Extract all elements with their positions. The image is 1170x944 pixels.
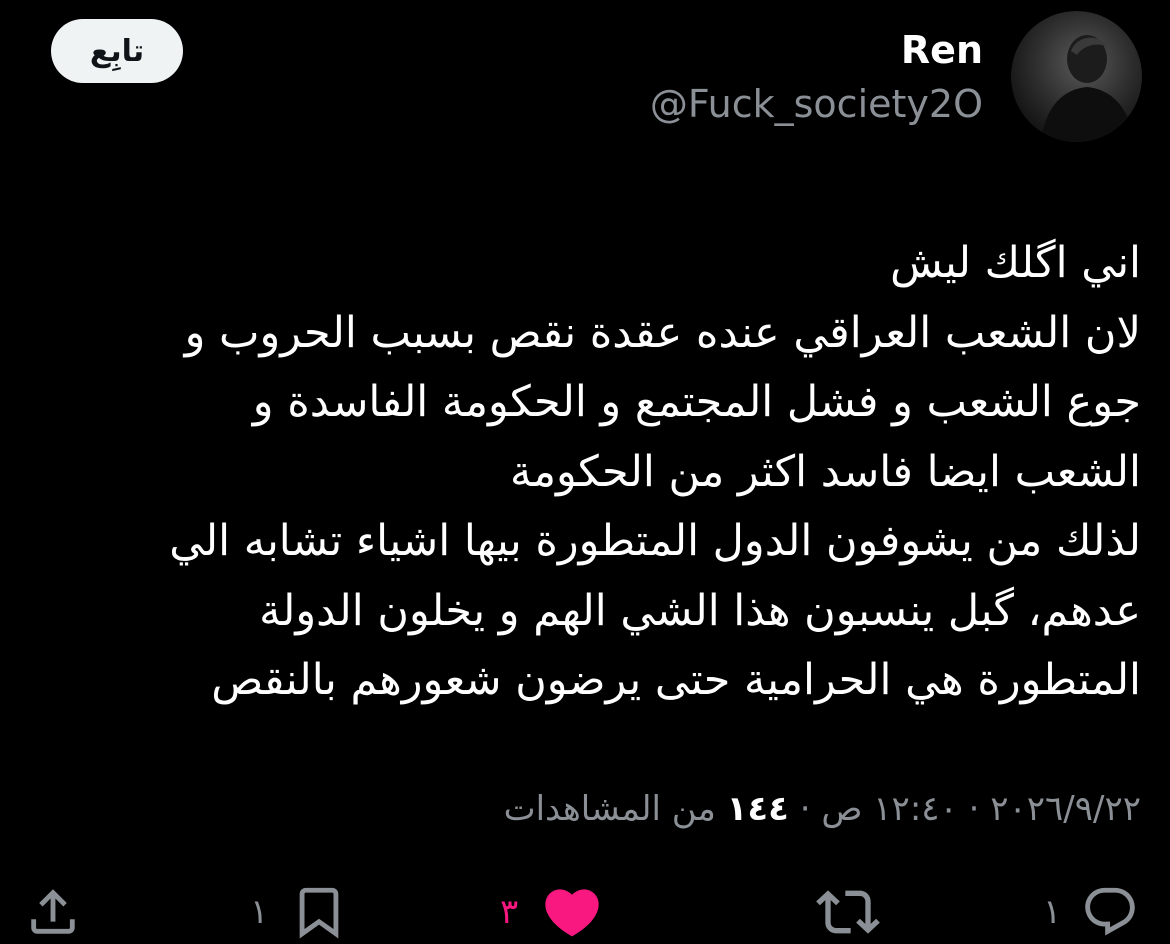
bookmark-icon bbox=[299, 887, 339, 939]
meta-separator: · bbox=[788, 789, 822, 829]
tweet-metadata: ٢٠٢٦/٩/٢٢ · ١٢:٤٠ ص · ١٤٤ من المشاهدات bbox=[504, 785, 1141, 833]
avatar-image bbox=[1041, 35, 1135, 142]
tweet-line: اني اگلك ليش bbox=[890, 238, 1141, 288]
reply-count: ١ bbox=[1043, 892, 1062, 932]
action-bar: ١ ٣ ١ bbox=[0, 880, 1170, 944]
reply-icon bbox=[1085, 887, 1136, 936]
reply-button[interactable]: ١ bbox=[1043, 880, 1139, 944]
views-count: ١٤٤ bbox=[726, 789, 789, 829]
like-button[interactable]: ٣ bbox=[500, 880, 604, 944]
heart-icon bbox=[545, 889, 599, 937]
retweet-icon bbox=[816, 890, 880, 934]
views-label: من المشاهدات bbox=[503, 789, 727, 829]
tweet-line: لان الشعب العراقي عنده عقدة نقص بسبب الح… bbox=[184, 307, 1141, 358]
meta-separator: · bbox=[957, 789, 991, 829]
tweet-line: لذلك من يشوفون الدول المتطورة بيها اشياء… bbox=[169, 516, 1141, 566]
tweet-line: الشعب ايضا فاسد اكثر من الحكومة bbox=[509, 446, 1141, 497]
tweet-text: اني اگلك ليش لان الشعب العراقي عنده عقدة… bbox=[41, 229, 1141, 716]
retweet-button[interactable] bbox=[816, 880, 880, 944]
share-icon bbox=[31, 889, 75, 934]
tweet-line: المتطورة هي الحرامية حتى يرضون شعورهم با… bbox=[211, 655, 1141, 705]
user-handle[interactable]: @Fuck_society2O bbox=[650, 80, 983, 128]
like-count: ٣ bbox=[500, 892, 519, 932]
tweet-time[interactable]: ١٢:٤٠ ص bbox=[821, 789, 957, 829]
tweet-line: جوع الشعب و فشل المجتمع و الحكومة الفاسد… bbox=[252, 377, 1141, 427]
share-button[interactable] bbox=[24, 880, 82, 944]
bookmark-button[interactable]: ١ bbox=[250, 880, 348, 944]
avatar[interactable] bbox=[1011, 11, 1142, 142]
bookmark-count: ١ bbox=[250, 892, 269, 932]
display-name[interactable]: Ren bbox=[901, 26, 983, 74]
tweet-line: عدهم، گبل ينسبون هذا الشي الهم و يخلون ا… bbox=[259, 585, 1141, 636]
tweet-date[interactable]: ٢٠٢٦/٩/٢٢ bbox=[990, 789, 1141, 829]
follow-button[interactable]: تابِع bbox=[51, 19, 183, 83]
